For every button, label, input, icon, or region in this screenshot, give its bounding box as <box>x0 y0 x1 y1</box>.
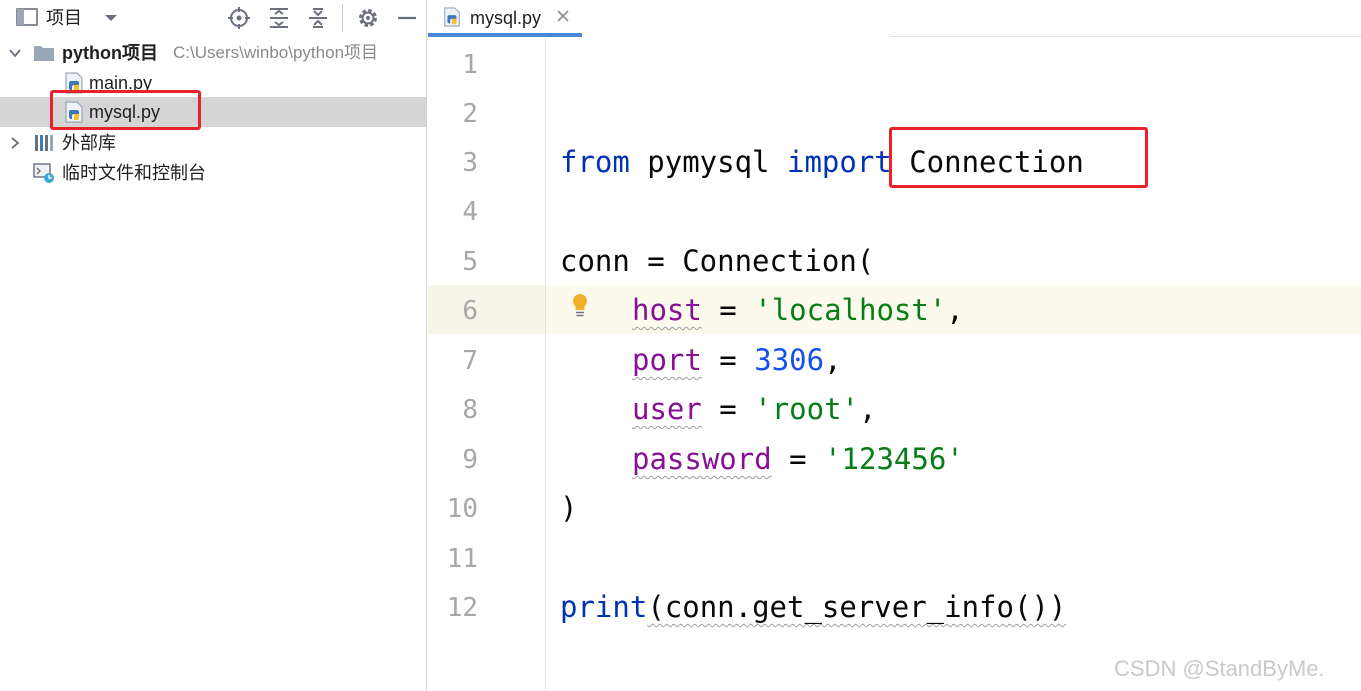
code-string: 'root' <box>754 392 859 426</box>
code-operator: = <box>701 343 755 377</box>
tree-item-label: main.py <box>89 73 153 93</box>
project-toolbar: 项目 <box>0 0 426 37</box>
project-panel: 项目 python项目 C:\Users\winbo\python项目 main… <box>0 0 427 691</box>
settings-button[interactable] <box>355 5 381 31</box>
python-file-icon <box>65 72 83 94</box>
collapse-all-icon <box>309 8 327 28</box>
code-number: 3306 <box>754 343 825 377</box>
scratch-console-icon <box>33 163 54 183</box>
code-parameter: host <box>632 293 702 327</box>
line-number: 6 <box>462 296 478 326</box>
tree-item-project-root[interactable]: python项目 C:\Users\winbo\python项目 <box>0 38 426 68</box>
code-module: pymysql <box>629 145 787 179</box>
tree-item-label: 外部库 <box>62 133 116 153</box>
close-icon[interactable] <box>556 9 570 23</box>
code-line-8: user = 'root', <box>632 392 876 426</box>
library-icon <box>35 135 53 151</box>
line-number: 11 <box>446 544 478 574</box>
locate-button[interactable] <box>226 5 252 31</box>
code-identifier: Connection <box>891 145 1084 179</box>
minimize-icon <box>398 16 416 20</box>
line-number: 9 <box>462 445 478 475</box>
project-path: C:\Users\winbo\python项目 <box>173 43 379 62</box>
toolbar-separator <box>342 4 343 32</box>
active-tab-indicator <box>428 33 582 37</box>
tree-item-label: 临时文件和控制台 <box>62 163 206 183</box>
code-keyword: from <box>560 145 630 179</box>
tab-bar-border <box>890 36 1361 37</box>
code-parameter: port <box>632 343 702 377</box>
line-number: 5 <box>462 247 478 277</box>
line-number: 7 <box>462 346 478 376</box>
line-number: 10 <box>446 494 478 524</box>
tree-item-external-libraries[interactable]: 外部库 <box>0 128 426 158</box>
code-punctuation: , <box>824 343 842 377</box>
python-file-icon <box>65 101 83 123</box>
chevron-right-icon[interactable] <box>8 136 22 150</box>
code-builtin-function: print <box>560 590 648 624</box>
code-string: 'localhost' <box>754 293 947 327</box>
code-line-5: conn = Connection( <box>560 244 875 278</box>
line-number: 8 <box>462 395 478 425</box>
tree-item-label: mysql.py <box>89 102 161 122</box>
editor-tab-bar: mysql.py <box>428 0 1361 37</box>
expand-all-icon <box>270 8 288 28</box>
code-string: '123456' <box>824 442 964 476</box>
code-operator: = <box>701 392 755 426</box>
code-operator: = <box>701 293 755 327</box>
folder-icon <box>34 46 54 61</box>
line-number: 12 <box>446 593 478 623</box>
locate-icon <box>228 7 250 29</box>
line-number-gutter[interactable]: 1 2 3 4 5 6 7 8 9 10 11 12 <box>428 38 546 691</box>
code-line-6: host = 'localhost', <box>632 293 964 327</box>
code-line-9: password = '123456' <box>632 442 964 476</box>
tree-item-scratches[interactable]: 临时文件和控制台 <box>0 158 426 188</box>
project-view-icon <box>16 8 38 26</box>
line-number: 4 <box>462 197 478 227</box>
python-file-icon <box>444 7 460 27</box>
project-panel-title[interactable]: 项目 <box>46 7 82 29</box>
code-editor[interactable]: 1 2 3 4 5 6 7 8 9 10 11 12 from pymysql … <box>428 38 1361 691</box>
project-name: python项目 <box>62 43 158 63</box>
code-line-10: ) <box>560 491 578 525</box>
lightbulb-icon[interactable] <box>571 293 589 319</box>
line-number: 1 <box>462 50 478 80</box>
code-parameter: user <box>632 392 702 426</box>
code-call-arguments: (conn.get_server_info()) <box>647 590 1067 624</box>
code-line-3: from pymysql import Connection <box>560 145 1084 179</box>
code-line-12: print(conn.get_server_info()) <box>560 590 1066 624</box>
tree-item-mysql-py[interactable]: mysql.py <box>0 97 426 127</box>
gear-icon <box>359 9 377 27</box>
tree-item-main-py[interactable]: main.py <box>0 68 426 98</box>
code-operator: = <box>771 442 825 476</box>
tab-label: mysql.py <box>470 8 542 28</box>
code-parameter: password <box>632 442 772 476</box>
watermark: CSDN @StandByMe. <box>1114 656 1325 681</box>
code-punctuation: , <box>946 293 964 327</box>
code-keyword: import <box>786 145 892 179</box>
expand-all-button[interactable] <box>266 5 292 31</box>
code-punctuation: , <box>859 392 877 426</box>
collapse-all-button[interactable] <box>305 5 331 31</box>
chevron-down-icon[interactable] <box>8 46 22 60</box>
tab-mysql-py[interactable]: mysql.py <box>428 0 582 37</box>
dropdown-arrow-icon[interactable] <box>102 10 120 26</box>
line-number: 2 <box>462 99 478 129</box>
line-number: 3 <box>462 148 478 178</box>
minimize-button[interactable] <box>394 5 420 31</box>
code-line-7: port = 3306, <box>632 343 842 377</box>
